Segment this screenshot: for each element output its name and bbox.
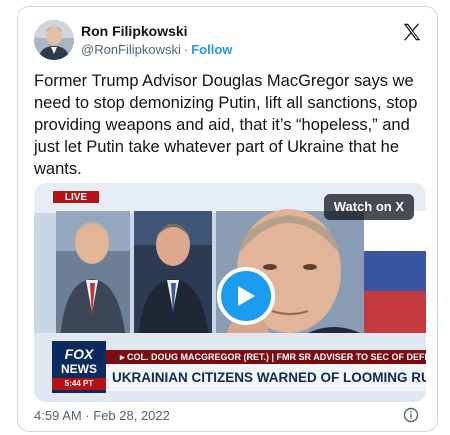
avatar-image — [34, 20, 74, 60]
video-player[interactable]: LIVE FOX NEWS 5:44 PT ▸ COL. DOUG MACGRE… — [34, 183, 426, 402]
network-logo: FOX NEWS 5:44 PT — [52, 341, 106, 393]
avatar[interactable] — [34, 20, 74, 60]
chyron-subtitle: ▸ COL. DOUG MACGREGOR (RET.) | FMR SR AD… — [106, 350, 426, 364]
live-badge: LIVE — [52, 190, 100, 204]
separator: · — [183, 42, 189, 57]
network-time: 5:44 PT — [52, 378, 106, 390]
network-logo-line1: FOX — [64, 346, 94, 362]
handle-row: @RonFilipkowski · Follow — [81, 42, 232, 57]
display-name[interactable]: Ron Filipkowski — [81, 23, 188, 39]
info-icon[interactable] — [403, 407, 419, 423]
play-button[interactable] — [217, 267, 275, 325]
chyron-headline: UKRAINIAN CITIZENS WARNED OF LOOMING RUS… — [106, 364, 426, 391]
network-logo-line2: NEWS — [61, 362, 97, 376]
follow-button[interactable]: Follow — [191, 42, 232, 57]
timestamp[interactable]: 4:59 AM · Feb 28, 2022 — [34, 408, 170, 423]
tweet-card[interactable]: Ron Filipkowski @RonFilipkowski · Follow… — [17, 6, 438, 432]
handle[interactable]: @RonFilipkowski — [81, 42, 181, 57]
play-icon — [238, 286, 255, 306]
watch-on-x-button[interactable]: Watch on X — [323, 194, 414, 220]
x-logo-icon[interactable] — [401, 21, 423, 43]
tweet-text: Former Trump Advisor Douglas MacGregor s… — [34, 72, 418, 178]
